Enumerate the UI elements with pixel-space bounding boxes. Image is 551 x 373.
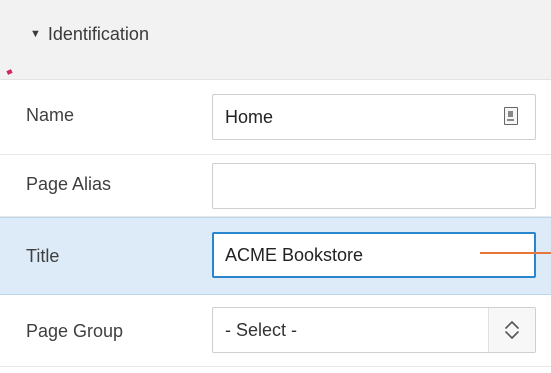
page-group-select[interactable]: - Select - xyxy=(212,307,536,353)
page-alias-row: Page Alias xyxy=(0,155,551,217)
title-label: Title xyxy=(26,246,60,266)
popup-lov-icon[interactable] xyxy=(504,107,518,125)
title-row: Title xyxy=(0,217,551,295)
page-group-row: Page Group - Select - xyxy=(0,295,551,367)
name-row: Name xyxy=(0,80,551,155)
identification-section-header: ▼ Identification xyxy=(0,0,551,80)
title-input[interactable] xyxy=(212,232,536,278)
select-arrows-area[interactable] xyxy=(488,308,535,352)
name-label: Name xyxy=(26,105,75,125)
page-alias-input[interactable] xyxy=(212,163,536,209)
triangle-down-icon: ▼ xyxy=(30,27,41,40)
page-alias-label: Page Alias xyxy=(26,174,112,194)
chevron-up-down-icon xyxy=(505,321,519,339)
callout-line xyxy=(480,252,551,254)
property-editor-panel: ▼ Identification Name Page Alias Title P… xyxy=(0,0,551,373)
page-group-selected-value: - Select - xyxy=(225,320,298,340)
name-field-wrapper xyxy=(212,94,536,140)
page-group-label: Page Group xyxy=(26,321,124,341)
section-title: Identification xyxy=(47,24,149,44)
name-input[interactable] xyxy=(212,94,536,140)
identification-section-toggle[interactable]: ▼ Identification xyxy=(30,24,149,45)
